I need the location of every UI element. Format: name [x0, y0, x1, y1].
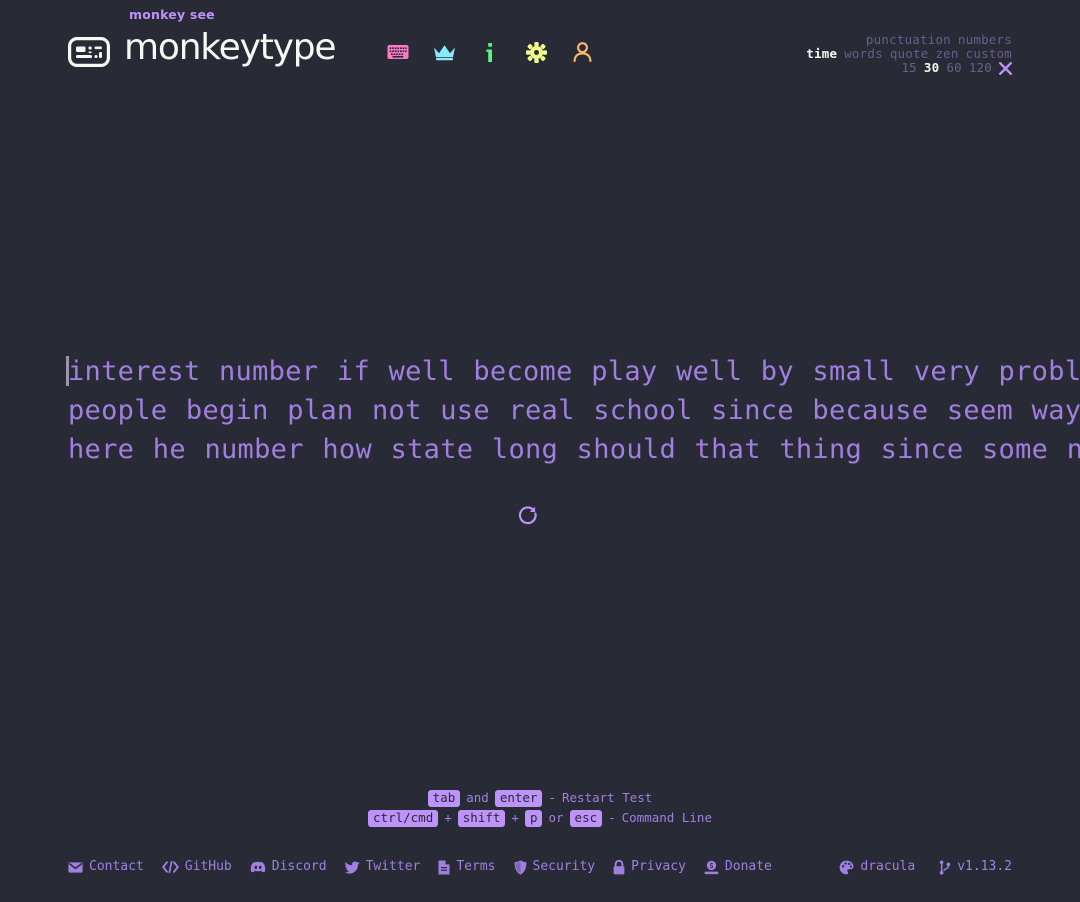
- footer-link-contact[interactable]: Contact: [68, 858, 144, 876]
- hint-plus: +: [444, 810, 452, 825]
- footer-link-label: Terms: [456, 859, 496, 874]
- config-punctuation[interactable]: punctuation: [866, 33, 951, 47]
- config-row-modes: time words quote zen custom: [806, 47, 1012, 61]
- hint-dash: -: [608, 810, 616, 825]
- nav-leaderboards-button[interactable]: [432, 39, 456, 65]
- file-icon: [438, 860, 450, 875]
- footer-link-github[interactable]: GitHub: [162, 858, 232, 876]
- config-time-30[interactable]: 30: [924, 61, 939, 75]
- footer-link-discord[interactable]: Discord: [250, 858, 327, 876]
- nav-about-button[interactable]: [478, 39, 502, 65]
- word-line: here he number how state long should tha…: [68, 434, 1080, 465]
- config-mode-time[interactable]: time: [806, 47, 837, 61]
- gear-icon: [525, 41, 547, 63]
- config-mode-words[interactable]: words: [844, 47, 883, 61]
- nav-keyboard-button[interactable]: [386, 39, 410, 65]
- keyboard-shortcut-hints: tab and enter - Restart Test ctrl/cmd + …: [0, 788, 1080, 828]
- hint-joiner: and: [466, 790, 489, 805]
- site-footer: Contact GitHub Discord Twitter Terms Sec…: [68, 858, 1012, 880]
- kbd-ctrl-cmd: ctrl/cmd: [368, 809, 439, 827]
- config-mode-custom[interactable]: custom: [966, 47, 1012, 61]
- keyboard-logo-icon: [68, 37, 110, 67]
- shield-icon: [514, 859, 527, 875]
- top-nav: [386, 39, 594, 65]
- kbd-enter: enter: [494, 789, 543, 807]
- user-icon: [573, 42, 592, 62]
- wrench-icon[interactable]: [999, 61, 1012, 75]
- config-time-120[interactable]: 120: [969, 61, 992, 75]
- code-branch-icon: [939, 859, 951, 875]
- footer-link-security[interactable]: Security: [514, 858, 596, 876]
- kbd-p: p: [524, 809, 543, 827]
- logo-tagline: monkey see: [129, 7, 215, 22]
- kbd-tab: tab: [427, 789, 461, 807]
- footer-link-label: Discord: [271, 859, 327, 874]
- info-icon: [486, 42, 494, 62]
- footer-link-label: Contact: [89, 859, 144, 874]
- typing-caret: [66, 356, 69, 386]
- nav-account-button[interactable]: [570, 39, 594, 65]
- footer-link-label: Twitter: [365, 859, 421, 874]
- hint-joiner: or: [548, 810, 564, 825]
- config-row-durations: 15 30 60 120: [806, 61, 1012, 75]
- hint-action-command-line: Command Line: [621, 810, 712, 825]
- words-display[interactable]: interest number if well become play well…: [66, 352, 1080, 469]
- kbd-esc: esc: [569, 809, 603, 827]
- version-label: v1.13.2: [957, 859, 1012, 874]
- footer-link-donate[interactable]: S Donate: [704, 858, 772, 876]
- nav-settings-button[interactable]: [524, 39, 548, 65]
- lock-icon: [613, 859, 625, 875]
- footer-link-label: GitHub: [184, 859, 232, 874]
- word-line: people begin plan not use real school si…: [68, 395, 1080, 426]
- hint-line-command-line: ctrl/cmd + shift + p or esc - Command Li…: [0, 808, 1080, 828]
- restart-rotate-icon: [517, 504, 539, 526]
- svg-text:S: S: [709, 861, 713, 869]
- footer-link-terms[interactable]: Terms: [438, 858, 496, 876]
- version-link[interactable]: v1.13.2: [939, 858, 1012, 876]
- footer-meta: dracula v1.13.2: [839, 858, 1012, 876]
- footer-link-label: Privacy: [631, 859, 686, 874]
- config-mode-quote[interactable]: quote: [890, 47, 929, 61]
- config-numbers[interactable]: numbers: [958, 33, 1012, 47]
- restart-row: [68, 500, 988, 530]
- envelope-icon: [68, 861, 83, 873]
- test-config-bar: punctuation numbers time words quote zen…: [806, 33, 1012, 75]
- footer-link-label: Donate: [724, 859, 772, 874]
- footer-link-privacy[interactable]: Privacy: [613, 858, 686, 876]
- footer-link-label: Security: [532, 859, 596, 874]
- theme-name: dracula: [860, 859, 916, 874]
- palette-icon: [839, 860, 854, 875]
- keyboard-icon: [387, 44, 409, 60]
- config-time-60[interactable]: 60: [946, 61, 961, 75]
- config-mode-zen[interactable]: zen: [935, 47, 958, 61]
- word-line: interest number if well become play well…: [68, 356, 1080, 387]
- typing-test-area[interactable]: interest number if well become play well…: [66, 352, 1080, 525]
- hint-dash: -: [548, 790, 556, 805]
- crown-icon: [433, 43, 456, 61]
- restart-test-button[interactable]: [513, 500, 543, 530]
- theme-switcher[interactable]: dracula: [839, 858, 915, 876]
- site-header: monkey see monkeytype punctuation number…: [68, 7, 1012, 82]
- hint-action-restart: Restart Test: [562, 790, 653, 805]
- logo-wordmark: monkeytype: [124, 27, 337, 68]
- brand-logo[interactable]: monkey see monkeytype: [68, 7, 337, 70]
- config-row-modifiers: punctuation numbers: [806, 33, 1012, 47]
- config-time-15[interactable]: 15: [901, 61, 916, 75]
- donate-icon: S: [704, 860, 719, 875]
- discord-icon: [250, 861, 266, 873]
- footer-links: Contact GitHub Discord Twitter Terms Sec…: [68, 858, 772, 876]
- twitter-bird-icon: [344, 861, 360, 874]
- hint-line-restart: tab and enter - Restart Test: [0, 788, 1080, 808]
- footer-link-twitter[interactable]: Twitter: [344, 858, 421, 876]
- hint-plus: +: [511, 810, 519, 825]
- code-icon: [162, 861, 179, 873]
- kbd-shift: shift: [457, 809, 506, 827]
